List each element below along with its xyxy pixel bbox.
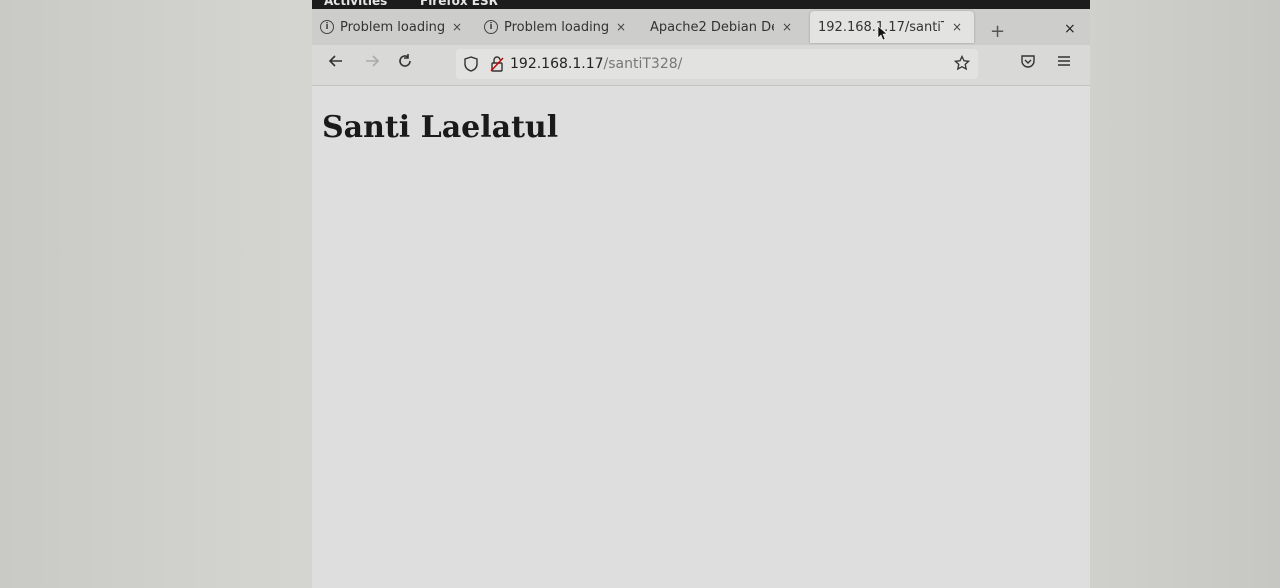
tab-close-icon[interactable]: × (952, 20, 962, 34)
info-icon: i (484, 20, 498, 34)
hamburger-menu-icon[interactable] (1057, 53, 1071, 73)
page-heading: Santi Laelatul (322, 110, 559, 145)
window-close-button[interactable]: × (1064, 21, 1076, 37)
tab-problem-loading-1[interactable]: i Problem loading × (320, 11, 470, 43)
reload-icon[interactable] (397, 53, 413, 74)
tab-close-icon[interactable]: × (616, 20, 626, 34)
tab-title: Apache2 Debian De (650, 19, 774, 35)
activities-button[interactable]: Activities (324, 0, 387, 8)
info-icon: i (320, 20, 334, 34)
back-arrow-icon[interactable] (328, 53, 344, 74)
mouse-cursor-icon (877, 25, 889, 44)
tab-close-icon[interactable]: × (452, 20, 462, 34)
gnome-top-bar: Activities Firefox ESR (312, 0, 1090, 9)
tab-active-santi[interactable]: 192.168.1.17/santiT × (810, 11, 974, 43)
tab-problem-loading-2[interactable]: i Problem loading × (484, 11, 632, 43)
bookmark-star-icon[interactable] (954, 55, 970, 71)
tracking-shield-icon[interactable] (464, 56, 478, 72)
app-menu-label[interactable]: Firefox ESR (420, 0, 498, 8)
insecure-lock-icon[interactable] (490, 56, 504, 72)
tab-title: Problem loading (504, 19, 608, 35)
url-bar[interactable]: 192.168.1.17/santiT328/ (456, 49, 978, 79)
url-host: 192.168.1.17 (510, 56, 604, 72)
url-text[interactable]: 192.168.1.17/santiT328/ (510, 56, 682, 72)
forward-arrow-icon[interactable] (364, 53, 380, 74)
new-tab-button[interactable]: + (990, 21, 1005, 42)
page-content: Santi Laelatul (312, 86, 1090, 588)
pocket-icon[interactable] (1020, 53, 1036, 74)
tab-apache2-debian[interactable]: Apache2 Debian De × (650, 11, 800, 43)
url-path: /santiT328/ (603, 56, 683, 72)
browser-window: Activities Firefox ESR i Problem loading… (312, 0, 1090, 588)
tab-bar: i Problem loading × i Problem loading × … (312, 9, 1090, 45)
tab-close-icon[interactable]: × (782, 20, 792, 34)
tab-title: Problem loading (340, 19, 444, 35)
navigation-toolbar: 192.168.1.17/santiT328/ (312, 45, 1090, 86)
